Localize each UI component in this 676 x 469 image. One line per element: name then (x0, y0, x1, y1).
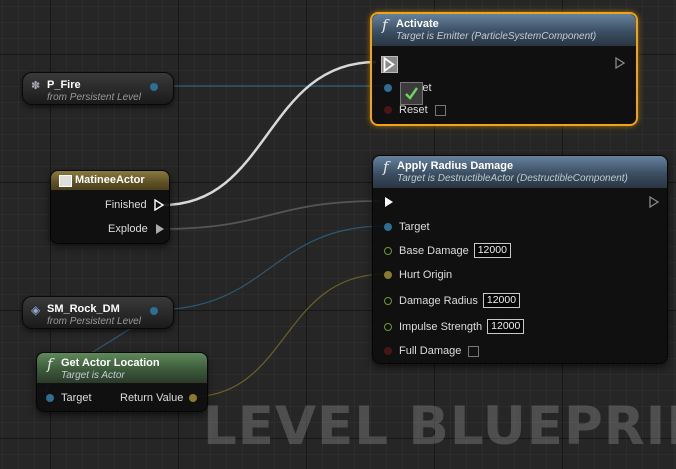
matinee-icon (59, 175, 72, 187)
full-damage-label: Full Damage (399, 345, 462, 357)
matinee-actor-node[interactable]: MatineeActor Finished Explode (50, 170, 170, 244)
base-damage-label: Base Damage (399, 244, 469, 257)
exec-out-icon (155, 224, 164, 234)
base-damage-pin[interactable]: Base Damage 12000 (384, 243, 511, 258)
p-fire-title: P_Fire (47, 79, 81, 91)
full-damage-checkbox[interactable] (468, 345, 480, 357)
function-icon: f (47, 355, 53, 373)
apply-radius-damage-subtitle: Target is DestructibleActor (Destructibl… (397, 173, 628, 184)
return-value-pin[interactable]: Return Value (120, 392, 198, 404)
exec-in-icon (381, 56, 398, 73)
p-fire-output-pin[interactable] (150, 83, 158, 91)
matinee-actor-title: MatineeActor (75, 174, 145, 186)
damage-target-label: Target (399, 221, 430, 233)
hurt-origin-pin[interactable]: Hurt Origin (384, 269, 452, 281)
matinee-actor-header[interactable]: MatineeActor (51, 171, 169, 191)
activate-node[interactable]: f Activate Target is Emitter (ParticleSy… (370, 12, 638, 126)
apply-radius-damage-title: Apply Radius Damage (397, 160, 514, 172)
sm-rock-dm-subtitle: from Persistent Level (47, 316, 141, 327)
finished-pin[interactable]: Finished (105, 199, 165, 211)
getloc-target-pin[interactable]: Target (46, 392, 92, 404)
bool-pin-dot (384, 106, 392, 114)
exec-out-icon (615, 57, 626, 69)
level-blueprint-watermark: LEVEL BLUEPRINT (203, 396, 676, 457)
wire-finished-to-activate-exec (162, 60, 377, 207)
exec-out-icon (153, 199, 164, 211)
exec-out-icon (649, 196, 660, 208)
sm-rock-dm-node[interactable]: ◈ SM_Rock_DM from Persistent Level (22, 296, 174, 329)
full-damage-pin[interactable]: Full Damage (384, 345, 480, 357)
activate-title: Activate (396, 18, 439, 30)
activate-node-header[interactable]: f Activate Target is Emitter (ParticleSy… (372, 14, 636, 47)
explode-label: Explode (108, 223, 148, 235)
explode-pin[interactable]: Explode (108, 223, 166, 235)
p-fire-subtitle: from Persistent Level (47, 92, 141, 103)
damage-radius-input[interactable]: 12000 (482, 293, 521, 308)
get-actor-location-header[interactable]: f Get Actor Location Target is Actor (37, 353, 207, 384)
damage-exec-in-pin[interactable] (383, 196, 395, 208)
destructible-mesh-icon: ◈ (31, 303, 41, 317)
get-actor-location-title: Get Actor Location (61, 357, 160, 369)
activate-exec-in-pin[interactable] (381, 56, 398, 73)
object-pin-dot (384, 223, 392, 231)
getloc-target-label: Target (61, 392, 92, 404)
damage-target-pin[interactable]: Target (384, 221, 430, 233)
damage-exec-out-pin[interactable] (648, 196, 660, 208)
float-pin-dot (384, 322, 392, 331)
vector-pin-dot (384, 271, 392, 279)
object-pin-dot (384, 84, 392, 92)
bool-pin-dot (384, 347, 392, 355)
object-pin-dot (46, 394, 54, 402)
exec-in-icon (385, 197, 393, 207)
function-icon: f (382, 16, 388, 34)
damage-radius-pin[interactable]: Damage Radius 12000 (384, 293, 521, 308)
wire-explode-to-damage-exec (159, 200, 381, 230)
sm-rock-dm-title: SM_Rock_DM (47, 303, 120, 315)
wire-smrock-to-damage-target (152, 225, 387, 311)
wire-returnvalue-to-hurt-origin (189, 273, 387, 398)
p-fire-node[interactable]: ✽ P_Fire from Persistent Level (22, 72, 174, 105)
damage-radius-label: Damage Radius (399, 294, 478, 307)
float-pin-dot (384, 296, 392, 305)
activate-exec-out-pin[interactable] (614, 57, 626, 69)
hurt-origin-label: Hurt Origin (399, 269, 453, 281)
activate-subtitle: Target is Emitter (ParticleSystemCompone… (396, 31, 597, 42)
finished-label: Finished (105, 199, 147, 211)
reset-checkbox[interactable] (434, 104, 446, 116)
return-value-label: Return Value (120, 392, 184, 404)
emitter-icon: ✽ (31, 80, 41, 92)
impulse-strength-pin[interactable]: Impulse Strength 12000 (384, 319, 525, 334)
checkmark-icon (405, 87, 418, 100)
impulse-strength-label: Impulse Strength (399, 320, 483, 333)
checkmark-badge (400, 82, 423, 105)
base-damage-input[interactable]: 12000 (473, 243, 511, 258)
vector-pin-dot (189, 394, 198, 402)
impulse-strength-input[interactable]: 12000 (487, 319, 525, 334)
apply-radius-damage-header[interactable]: f Apply Radius Damage Target is Destruct… (373, 156, 667, 189)
get-actor-location-node[interactable]: f Get Actor Location Target is Actor Tar… (36, 352, 208, 412)
sm-rock-output-pin[interactable] (150, 307, 158, 315)
get-actor-location-subtitle: Target is Actor (61, 370, 125, 381)
function-icon: f (383, 158, 389, 176)
float-pin-dot (384, 246, 392, 255)
apply-radius-damage-node[interactable]: f Apply Radius Damage Target is Destruct… (372, 155, 668, 364)
